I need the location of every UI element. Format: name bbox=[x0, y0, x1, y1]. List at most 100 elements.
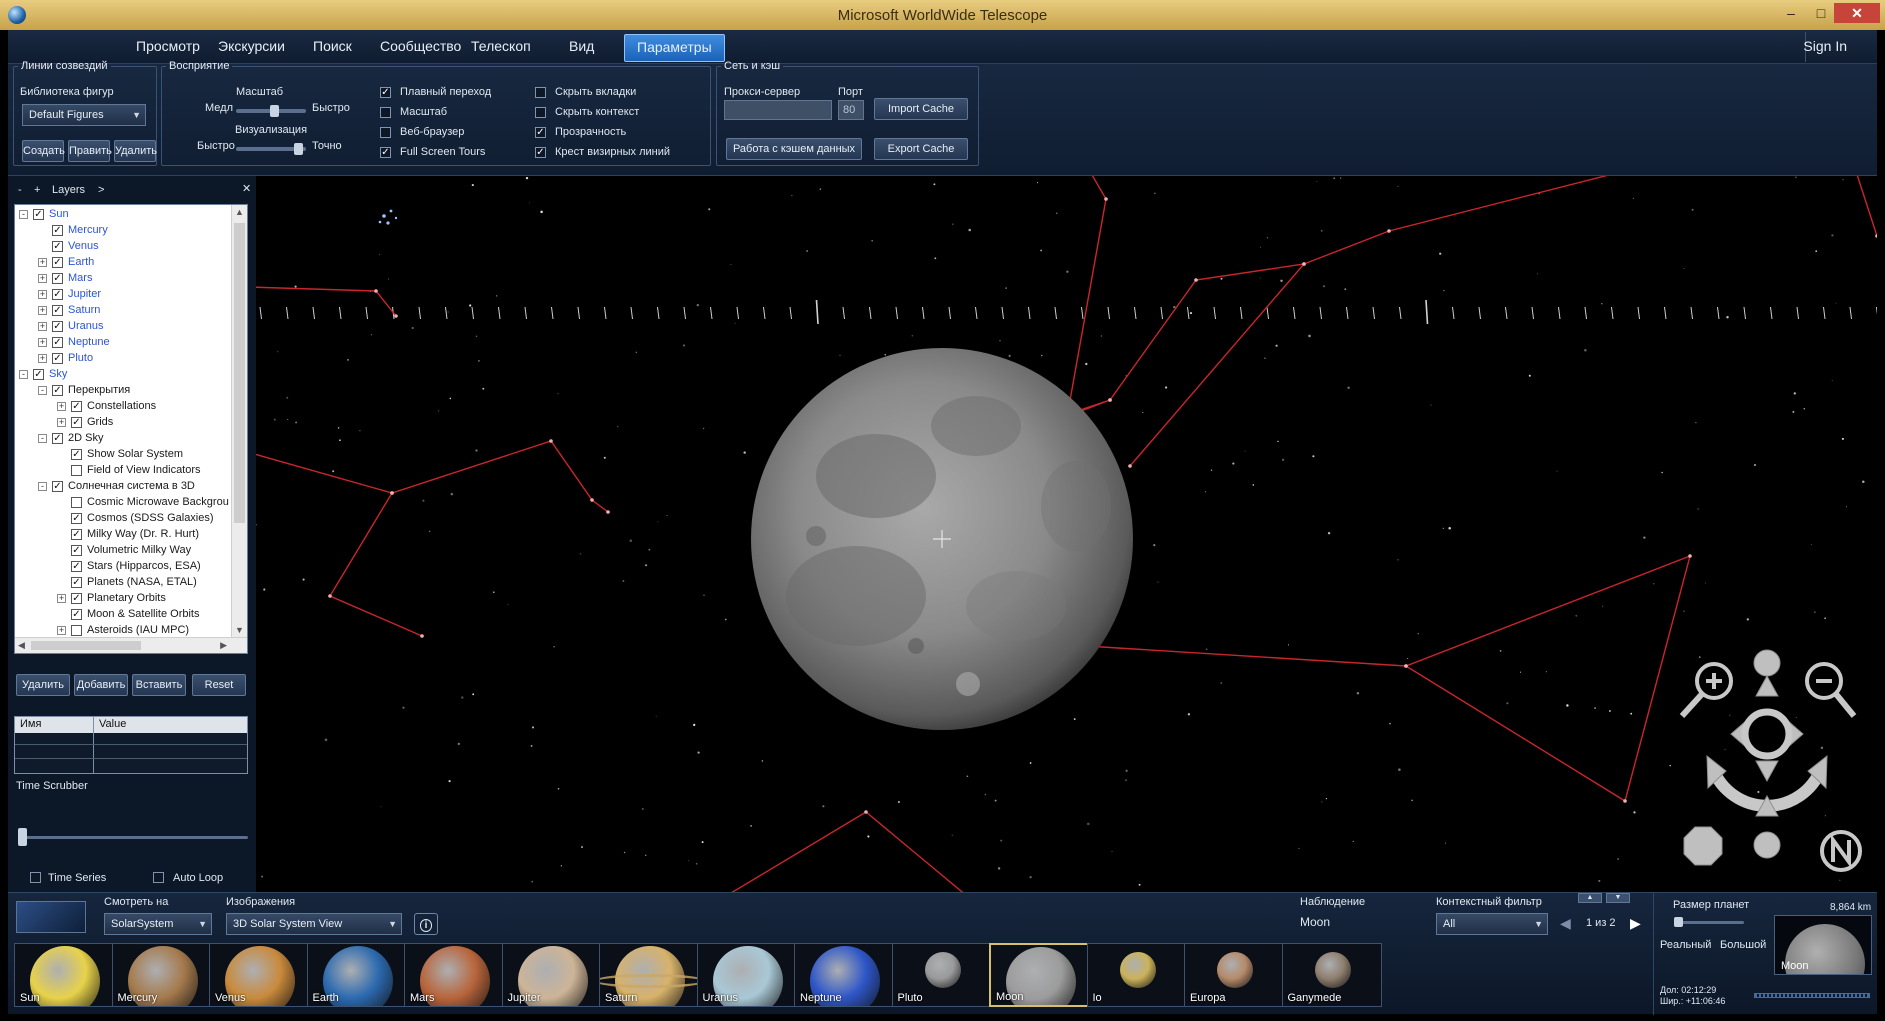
layer-checkbox[interactable] bbox=[71, 497, 82, 508]
figure-library-dropdown[interactable]: Default Figures ▼ bbox=[22, 104, 146, 126]
layer-checkbox[interactable]: ✓ bbox=[52, 257, 63, 268]
cache-work-button[interactable]: Работа с кэшем данных bbox=[726, 138, 862, 160]
maximize-button[interactable]: □ bbox=[1808, 3, 1834, 23]
layer-checkbox[interactable]: ✓ bbox=[52, 385, 63, 396]
layers-tree[interactable]: - ✓ Sun ✓ Mercury ✓ Venus + ✓ Earth + ✓ Mars + ✓ Jupite… bbox=[14, 204, 248, 654]
slider-thumb[interactable] bbox=[18, 828, 27, 846]
delete-layer-button[interactable]: Удалить bbox=[16, 674, 70, 696]
thumbnail-saturn[interactable]: Saturn bbox=[599, 943, 699, 1007]
time-series-checkbox[interactable] bbox=[30, 872, 41, 883]
port-input[interactable]: 80 bbox=[838, 100, 864, 120]
thumbnail-mars[interactable]: Mars bbox=[404, 943, 504, 1007]
create-figure-button[interactable]: Создать bbox=[22, 140, 65, 162]
planet-size-slider[interactable] bbox=[1674, 917, 1744, 927]
option-checkbox[interactable] bbox=[535, 87, 546, 98]
close-button[interactable]: ✕ bbox=[1834, 3, 1880, 23]
scroll-left-icon[interactable]: ◀ bbox=[18, 640, 25, 651]
expand-icon[interactable]: + bbox=[38, 354, 47, 363]
info-button[interactable]: i bbox=[414, 913, 438, 935]
layers-arrow[interactable]: > bbox=[98, 184, 104, 196]
thumbnail-io[interactable]: Io bbox=[1086, 943, 1187, 1007]
layer-checkbox[interactable]: ✓ bbox=[52, 289, 63, 300]
tree-item[interactable]: ✓ Moon & Satellite Orbits bbox=[15, 607, 229, 623]
collapse-icon[interactable]: - bbox=[38, 482, 47, 491]
layer-checkbox[interactable]: ✓ bbox=[52, 225, 63, 236]
menu-search[interactable]: Поиск bbox=[313, 38, 352, 54]
tree-item[interactable]: + ✓ Pluto bbox=[15, 351, 229, 367]
import-cache-button[interactable]: Import Cache bbox=[874, 98, 968, 120]
pan-up-icon[interactable] bbox=[1755, 674, 1779, 697]
auto-loop-checkbox[interactable] bbox=[153, 872, 164, 883]
expand-button[interactable]: + bbox=[34, 184, 40, 196]
scrollbar-thumb[interactable] bbox=[234, 223, 245, 523]
page-up-icon[interactable]: ▲ bbox=[1578, 893, 1602, 903]
tilt-up-button[interactable] bbox=[1753, 649, 1781, 677]
expand-icon[interactable]: + bbox=[57, 594, 66, 603]
option-checkbox[interactable]: ✓ bbox=[535, 147, 546, 158]
stop-icon[interactable] bbox=[1683, 826, 1723, 866]
layer-checkbox[interactable]: ✓ bbox=[52, 241, 63, 252]
add-layer-button[interactable]: Добавить bbox=[74, 674, 128, 696]
scrollbar-thumb[interactable] bbox=[31, 641, 141, 650]
expand-icon[interactable]: + bbox=[57, 626, 66, 635]
layer-checkbox[interactable]: ✓ bbox=[71, 561, 82, 572]
layer-checkbox[interactable]: ✓ bbox=[71, 401, 82, 412]
layer-checkbox[interactable]: ✓ bbox=[52, 337, 63, 348]
tree-item[interactable]: ✓ Mercury bbox=[15, 223, 229, 239]
tree-item[interactable]: ✓ Volumetric Milky Way bbox=[15, 543, 229, 559]
layer-checkbox[interactable]: ✓ bbox=[71, 513, 82, 524]
expand-icon[interactable]: + bbox=[38, 338, 47, 347]
thumbnail-neptune[interactable]: Neptune bbox=[794, 943, 894, 1007]
menu-view[interactable]: Вид bbox=[569, 38, 594, 54]
collapse-icon[interactable]: - bbox=[38, 434, 47, 443]
delete-figure-button[interactable]: Удалить bbox=[114, 140, 157, 162]
option-checkbox[interactable] bbox=[380, 107, 391, 118]
collapse-icon[interactable]: - bbox=[19, 210, 28, 219]
layer-checkbox[interactable]: ✓ bbox=[71, 593, 82, 604]
thumbnail-mercury[interactable]: Mercury bbox=[111, 943, 212, 1007]
option-checkbox[interactable] bbox=[380, 127, 391, 138]
tree-item[interactable]: - ✓ Солнечная система в 3D bbox=[15, 479, 229, 495]
scroll-right-icon[interactable]: ▶ bbox=[220, 640, 227, 651]
layer-checkbox[interactable]: ✓ bbox=[71, 609, 82, 620]
slider-thumb[interactable] bbox=[269, 105, 279, 117]
expand-icon[interactable]: + bbox=[38, 290, 47, 299]
thumbnail-europa[interactable]: Europa bbox=[1184, 943, 1284, 1007]
context-filter-dropdown[interactable]: All ▼ bbox=[1436, 913, 1548, 935]
expand-icon[interactable]: + bbox=[38, 274, 47, 283]
tree-item[interactable]: ✓ Stars (Hipparcos, ESA) bbox=[15, 559, 229, 575]
tree-item[interactable]: - ✓ Sun bbox=[15, 207, 229, 223]
thumbnail-ganymede[interactable]: Ganymede bbox=[1281, 943, 1382, 1007]
horizontal-scrollbar[interactable]: ◀ ▶ bbox=[15, 637, 247, 653]
layer-checkbox[interactable]: ✓ bbox=[52, 481, 63, 492]
menu-telescope[interactable]: Телескоп bbox=[471, 38, 531, 54]
tree-item[interactable]: + ✓ Neptune bbox=[15, 335, 229, 351]
layer-checkbox[interactable]: ✓ bbox=[33, 209, 44, 220]
tree-item[interactable]: Field of View Indicators bbox=[15, 463, 229, 479]
scroll-up-icon[interactable]: ▲ bbox=[235, 207, 244, 217]
layer-checkbox[interactable]: ✓ bbox=[52, 305, 63, 316]
layer-checkbox[interactable] bbox=[71, 625, 82, 636]
tree-item[interactable]: + ✓ Constellations bbox=[15, 399, 229, 415]
menu-settings[interactable]: Параметры bbox=[624, 34, 725, 62]
thumbnail-uranus[interactable]: Uranus bbox=[696, 943, 797, 1007]
tree-item[interactable]: ✓ Planets (NASA, ETAL) bbox=[15, 575, 229, 591]
layer-checkbox[interactable] bbox=[71, 465, 82, 476]
layer-checkbox[interactable]: ✓ bbox=[52, 273, 63, 284]
expand-icon[interactable]: + bbox=[38, 322, 47, 331]
tree-item[interactable]: - ✓ 2D Sky bbox=[15, 431, 229, 447]
navigation-control[interactable] bbox=[1679, 649, 1862, 872]
option-checkbox[interactable]: ✓ bbox=[380, 147, 391, 158]
thumbnail-sun[interactable]: Sun bbox=[14, 943, 114, 1007]
option-checkbox[interactable] bbox=[535, 107, 546, 118]
thumbnail-moon[interactable]: Moon bbox=[989, 943, 1089, 1007]
paste-layer-button[interactable]: Вставить bbox=[132, 674, 186, 696]
collapse-icon[interactable]: - bbox=[19, 370, 28, 379]
tree-item[interactable]: ✓ Show Solar System bbox=[15, 447, 229, 463]
look-at-dropdown[interactable]: SolarSystem ▼ bbox=[104, 913, 212, 935]
tree-item[interactable]: + ✓ Planetary Orbits bbox=[15, 591, 229, 607]
scroll-down-icon[interactable]: ▼ bbox=[235, 625, 244, 635]
expand-icon[interactable]: + bbox=[38, 306, 47, 315]
tree-item[interactable]: + ✓ Grids bbox=[15, 415, 229, 431]
export-cache-button[interactable]: Export Cache bbox=[874, 138, 968, 160]
